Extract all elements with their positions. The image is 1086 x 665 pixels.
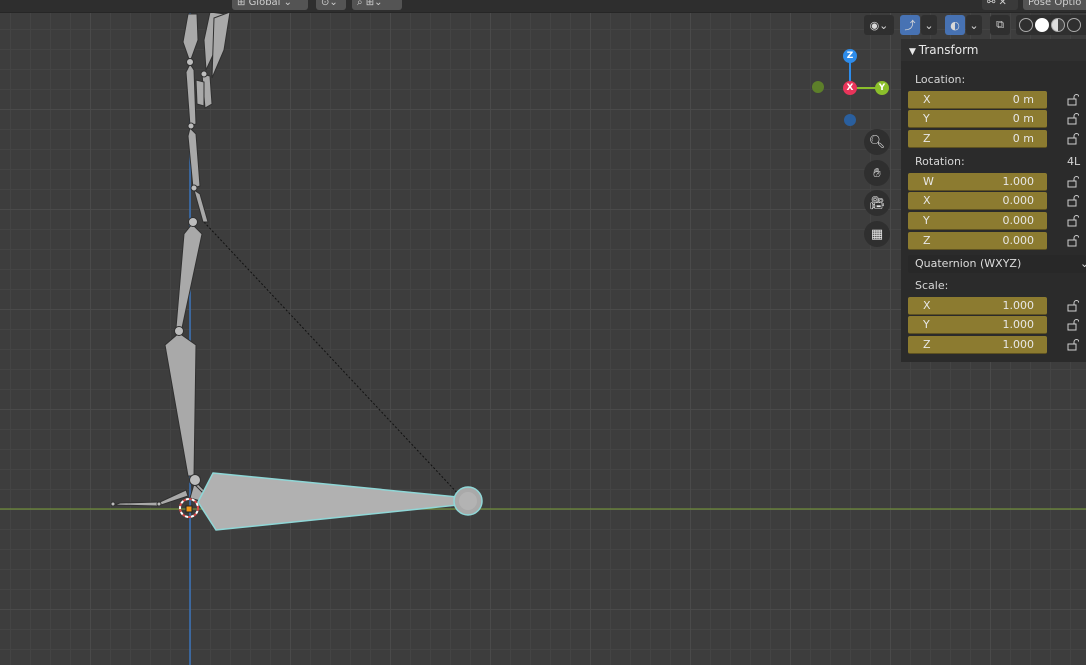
gizmo-icon: ⤴: [904, 19, 916, 32]
location-z-field[interactable]: Z 0 m: [908, 130, 1047, 148]
lock-icon[interactable]: [1067, 319, 1079, 331]
scale-y-field[interactable]: Y 1.000: [908, 316, 1047, 334]
hand-icon: ✋︎: [873, 165, 881, 181]
material-shading-icon[interactable]: [1051, 18, 1065, 32]
rotation-label: Rotation:: [915, 155, 965, 168]
field-axis-label: Z: [923, 132, 931, 145]
location-y-field[interactable]: Y 0 m: [908, 110, 1047, 128]
rendered-shading-icon[interactable]: [1067, 18, 1081, 32]
field-axis-label: Y: [923, 318, 930, 331]
location-x-field[interactable]: X 0 m: [908, 91, 1047, 109]
pose-options-label: Pose Optio: [1028, 0, 1082, 8]
pivot-icon: ⊙⌄: [321, 0, 338, 8]
selected-ik-bone: [197, 472, 459, 531]
wireframe-shading-icon[interactable]: [1019, 18, 1033, 32]
lock-icon[interactable]: [1067, 215, 1079, 227]
field-value: 1.000: [1002, 338, 1035, 351]
shading-mode-group[interactable]: [1016, 15, 1086, 35]
field-value: 0.000: [1002, 194, 1035, 207]
xray-icon: ⚯ ✕: [987, 0, 1007, 8]
scale-label: Scale:: [915, 279, 949, 292]
transform-panel-header[interactable]: ▼ Transform: [901, 39, 1086, 61]
gizmo-toggle[interactable]: ⤴: [900, 15, 920, 35]
solid-shading-icon[interactable]: [1035, 18, 1049, 32]
gizmo-neg-y-axis[interactable]: [812, 81, 824, 93]
rotation-mode-dropdown[interactable]: Quaternion (WXYZ) ⌄: [908, 255, 1086, 273]
rotation-w-field[interactable]: W 1.000: [908, 173, 1047, 191]
leg-bones: [113, 223, 216, 507]
xray-button[interactable]: ⧉: [990, 15, 1010, 35]
orientation-icon: ⊞: [237, 0, 249, 8]
eye-icon: ◉⌄: [869, 18, 889, 32]
rotation-z-field[interactable]: Z 0.000: [908, 232, 1047, 250]
gizmo-y-axis[interactable]: Y: [875, 81, 889, 95]
chevron-down-icon: ⌄: [924, 18, 934, 32]
lock-icon[interactable]: [1067, 133, 1079, 145]
xray-toggle-group[interactable]: ⚯ ✕: [982, 0, 1018, 10]
panel-title: Transform: [918, 43, 979, 57]
field-value: 1.000: [1002, 175, 1035, 188]
rotation-mode-label: Quaternion (WXYZ): [915, 257, 1022, 270]
visibility-dropdown[interactable]: ◉⌄: [864, 15, 894, 35]
gizmo-x-axis[interactable]: X: [843, 81, 857, 95]
field-value: 0 m: [1012, 112, 1034, 125]
orientation-label: Global: [248, 0, 281, 8]
snap-icon: ⌕ ⊞⌄: [357, 0, 383, 8]
rotation-4l-badge[interactable]: 4L: [1067, 155, 1080, 168]
viewport-header: [0, 0, 1086, 13]
field-axis-label: X: [923, 93, 931, 106]
lock-icon[interactable]: [1067, 235, 1079, 247]
chevron-down-icon: ⌄: [1080, 257, 1086, 270]
snap-dropdown[interactable]: ⌕ ⊞⌄: [352, 0, 402, 10]
field-axis-label: Y: [923, 112, 930, 125]
field-axis-label: Y: [923, 214, 930, 227]
field-axis-label: Z: [923, 234, 931, 247]
lock-icon[interactable]: [1067, 94, 1079, 106]
camera-view-button[interactable]: 🎥︎: [864, 190, 890, 216]
camera-icon: 🎥︎: [868, 195, 886, 211]
field-value: 1.000: [1002, 318, 1035, 331]
field-axis-label: W: [923, 175, 934, 188]
chevron-down-icon: ⌄: [969, 18, 979, 32]
scale-x-field[interactable]: X 1.000: [908, 297, 1047, 315]
gizmo-z-axis[interactable]: Z: [843, 49, 857, 63]
ik-relation-line: [203, 221, 463, 499]
rotation-x-field[interactable]: X 0.000: [908, 192, 1047, 210]
xray-box-icon: ⧉: [996, 18, 1004, 31]
lock-icon[interactable]: [1067, 339, 1079, 351]
3d-viewport[interactable]: ⊞ Global ⌄ ⊙⌄ ⌕ ⊞⌄ ⚯ ✕ Pose Optio ◉⌄ ⤴ ⌄…: [0, 0, 1086, 665]
leg-joints: [110, 217, 217, 508]
lock-icon[interactable]: [1067, 176, 1079, 188]
lock-icon[interactable]: [1067, 195, 1079, 207]
field-value: 0.000: [1002, 234, 1035, 247]
rotation-y-field[interactable]: Y 0.000: [908, 212, 1047, 230]
field-value: 0 m: [1012, 132, 1034, 145]
field-value: 1.000: [1002, 299, 1035, 312]
overlays-toggle[interactable]: ◐: [945, 15, 965, 35]
overlays-icon: ◐: [950, 18, 960, 32]
lock-icon[interactable]: [1067, 300, 1079, 312]
pose-options-button[interactable]: Pose Optio: [1023, 0, 1086, 10]
collapse-triangle-icon: ▼: [909, 47, 919, 57]
field-value: 0 m: [1012, 93, 1034, 106]
grid-icon: ▦: [870, 226, 884, 242]
chevron-down-icon: ⌄: [280, 0, 293, 8]
field-axis-label: X: [923, 194, 931, 207]
zoom-button[interactable]: 🔍︎: [864, 129, 890, 155]
field-value: 0.000: [1002, 214, 1035, 227]
3d-cursor: [179, 498, 199, 518]
gizmo-neg-z-axis[interactable]: [844, 114, 856, 126]
pan-button[interactable]: ✋︎: [864, 160, 890, 186]
perspective-toggle-button[interactable]: ▦: [864, 221, 890, 247]
overlays-dropdown[interactable]: ⌄: [966, 15, 982, 35]
scale-z-field[interactable]: Z 1.000: [908, 336, 1047, 354]
location-label: Location:: [915, 73, 966, 86]
lock-icon[interactable]: [1067, 113, 1079, 125]
field-axis-label: Z: [923, 338, 931, 351]
field-axis-label: X: [923, 299, 931, 312]
pivot-point-dropdown[interactable]: ⊙⌄: [316, 0, 346, 10]
zoom-icon: 🔍︎: [868, 134, 886, 150]
transform-orientation-dropdown[interactable]: ⊞ Global ⌄: [232, 0, 308, 10]
gizmo-dropdown[interactable]: ⌄: [921, 15, 937, 35]
